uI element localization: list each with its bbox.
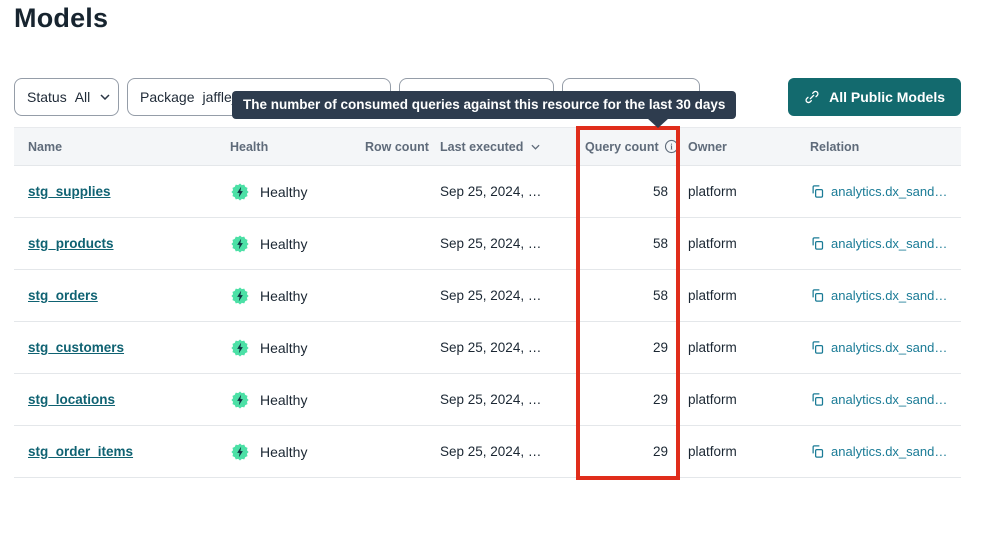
owner-cell: platform	[680, 444, 810, 459]
health-status: Healthy	[260, 392, 307, 408]
copy-icon[interactable]	[810, 236, 825, 251]
column-header-health[interactable]: Health	[230, 140, 365, 154]
model-link[interactable]: stg_orders	[28, 288, 98, 303]
column-header-name[interactable]: Name	[14, 140, 230, 154]
last-executed-cell: Sep 25, 2024, …	[440, 184, 585, 199]
tooltip-arrow	[647, 118, 669, 128]
column-header-owner[interactable]: Owner	[680, 140, 810, 154]
relation-link[interactable]: analytics.dx_sand…	[831, 184, 947, 199]
last-executed-label: Last executed	[440, 140, 523, 154]
owner-cell: platform	[680, 392, 810, 407]
query-count-tooltip: The number of consumed queries against t…	[232, 91, 736, 119]
last-executed-cell: Sep 25, 2024, …	[440, 340, 585, 355]
last-executed-cell: Sep 25, 2024, …	[440, 392, 585, 407]
table-row: stg_supplies Healthy Sep 25, 2024, … 58 …	[14, 166, 961, 218]
model-link[interactable]: stg_locations	[28, 392, 115, 407]
status-filter-label: Status	[27, 89, 67, 105]
copy-icon[interactable]	[810, 340, 825, 355]
query-count-cell: 58	[585, 288, 680, 303]
health-status: Healthy	[260, 340, 307, 356]
model-link[interactable]: stg_order_items	[28, 444, 133, 459]
sort-chevron-icon	[531, 144, 540, 150]
owner-cell: platform	[680, 236, 810, 251]
health-status: Healthy	[260, 236, 307, 252]
query-count-cell: 29	[585, 340, 680, 355]
relation-link[interactable]: analytics.dx_sand…	[831, 392, 947, 407]
healthy-badge-icon	[230, 182, 250, 202]
last-executed-cell: Sep 25, 2024, …	[440, 288, 585, 303]
health-status: Healthy	[260, 444, 307, 460]
query-count-cell: 58	[585, 236, 680, 251]
table-row: stg_order_items Healthy Sep 25, 2024, … …	[14, 426, 961, 478]
health-status: Healthy	[260, 288, 307, 304]
healthy-badge-icon	[230, 234, 250, 254]
model-link[interactable]: stg_supplies	[28, 184, 111, 199]
all-public-models-button[interactable]: All Public Models	[788, 78, 961, 116]
query-count-label: Query count	[585, 140, 659, 154]
relation-link[interactable]: analytics.dx_sand…	[831, 288, 947, 303]
healthy-badge-icon	[230, 390, 250, 410]
relation-link[interactable]: analytics.dx_sand…	[831, 236, 947, 251]
table-row: stg_locations Healthy Sep 25, 2024, … 29…	[14, 374, 961, 426]
health-status: Healthy	[260, 184, 307, 200]
copy-icon[interactable]	[810, 184, 825, 199]
all-public-models-label: All Public Models	[829, 89, 945, 105]
column-header-row-count[interactable]: Row count	[365, 140, 440, 154]
models-page: Models Status All Package jaffle_	[0, 0, 989, 536]
model-link[interactable]: stg_products	[28, 236, 114, 251]
chevron-down-icon	[100, 94, 110, 100]
package-filter-label: Package	[140, 89, 194, 105]
info-icon[interactable]: i	[664, 139, 679, 154]
query-count-cell: 29	[585, 392, 680, 407]
owner-cell: platform	[680, 184, 810, 199]
query-count-cell: 58	[585, 184, 680, 199]
relation-link[interactable]: analytics.dx_sand…	[831, 340, 947, 355]
page-title: Models	[14, 3, 108, 34]
link-icon	[804, 89, 820, 105]
healthy-badge-icon	[230, 338, 250, 358]
owner-cell: platform	[680, 340, 810, 355]
healthy-badge-icon	[230, 286, 250, 306]
table-header-row: Name Health Row count Last executed Quer…	[14, 127, 961, 166]
table-row: stg_customers Healthy Sep 25, 2024, … 29…	[14, 322, 961, 374]
last-executed-cell: Sep 25, 2024, …	[440, 236, 585, 251]
copy-icon[interactable]	[810, 288, 825, 303]
svg-text:i: i	[670, 142, 673, 151]
relation-link[interactable]: analytics.dx_sand…	[831, 444, 947, 459]
last-executed-cell: Sep 25, 2024, …	[440, 444, 585, 459]
column-header-relation[interactable]: Relation	[810, 140, 961, 154]
status-filter[interactable]: Status All	[14, 78, 119, 116]
copy-icon[interactable]	[810, 392, 825, 407]
status-filter-value: All	[75, 89, 91, 105]
model-link[interactable]: stg_customers	[28, 340, 124, 355]
models-table: Name Health Row count Last executed Quer…	[14, 127, 961, 478]
copy-icon[interactable]	[810, 444, 825, 459]
query-count-cell: 29	[585, 444, 680, 459]
table-row: stg_orders Healthy Sep 25, 2024, … 58 pl…	[14, 270, 961, 322]
table-row: stg_products Healthy Sep 25, 2024, … 58 …	[14, 218, 961, 270]
column-header-last-executed[interactable]: Last executed	[440, 140, 585, 154]
healthy-badge-icon	[230, 442, 250, 462]
owner-cell: platform	[680, 288, 810, 303]
column-header-query-count[interactable]: Query count i	[585, 139, 680, 154]
